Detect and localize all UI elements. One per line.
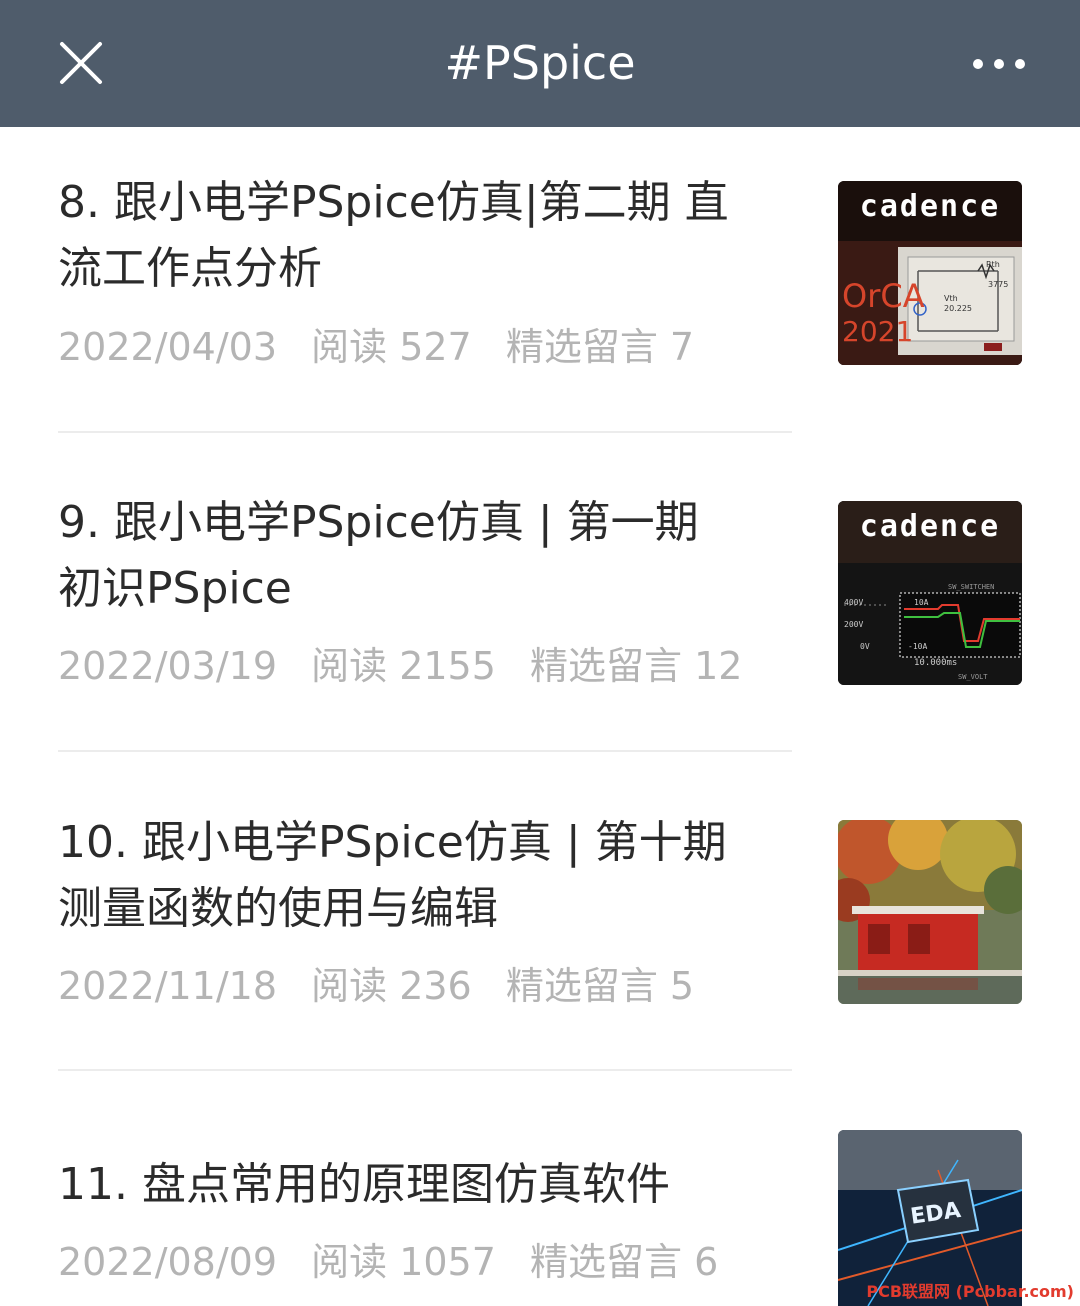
article-title-line: 10. 跟小电学PSpice仿真 | 第十期 — [58, 817, 727, 868]
article-title-line: 9. 跟小电学PSpice仿真 | 第一期 — [58, 497, 699, 548]
article-reads: 阅读 236 — [311, 964, 472, 1008]
article-comments: 精选留言 7 — [505, 325, 695, 369]
more-dots-icon[interactable] — [966, 46, 1032, 82]
article-title: 11. 盘点常用的原理图仿真软件 — [58, 1152, 798, 1218]
thumb-label: 20.225 — [944, 304, 972, 313]
article-meta: 2022/11/18 阅读 236 精选留言 5 — [58, 961, 818, 1011]
cadence-logo: cadence — [859, 189, 1001, 224]
article-meta: 2022/08/09 阅读 1057 精选留言 6 — [58, 1237, 818, 1287]
y-tick: 400V — [844, 598, 863, 607]
article-title: 10. 跟小电学PSpice仿真 | 第十期 测量函数的使用与编辑 — [58, 810, 798, 942]
thumb-label: Rth — [986, 260, 1000, 269]
top-nav-bar: #PSpice — [0, 0, 1080, 127]
thumb-label: 3775 — [988, 280, 1008, 289]
article-reads: 阅读 527 — [311, 325, 472, 369]
article-reads: 阅读 1057 — [311, 1240, 496, 1284]
article-title-line: 测量函数的使用与编辑 — [58, 883, 498, 934]
article-reads: 阅读 2155 — [311, 644, 496, 688]
article-date: 2022/03/19 — [58, 644, 278, 688]
article-date: 2022/11/18 — [58, 964, 278, 1008]
article-meta: 2022/03/19 阅读 2155 精选留言 12 — [58, 641, 818, 691]
list-divider — [58, 431, 792, 433]
page-title: #PSpice — [444, 36, 636, 90]
article-meta: 2022/04/03 阅读 527 精选留言 7 — [58, 322, 818, 372]
y-tick: 200V — [844, 620, 863, 629]
y-tick: 10A — [914, 598, 929, 607]
article-thumbnail[interactable] — [838, 820, 1022, 1004]
thumb-label: Vth — [944, 294, 958, 303]
orcad-year-text: 2021 — [842, 315, 913, 348]
y-tick: 0V — [860, 642, 870, 651]
article-date: 2022/08/09 — [58, 1240, 278, 1284]
article-thumbnail[interactable]: Rth 3775 Vth 20.225 OrCA 2021 cadence — [838, 181, 1022, 365]
article-comments: 精选留言 5 — [505, 964, 695, 1008]
orcad-overlay-text: OrCA — [842, 277, 925, 315]
article-comments: 精选留言 6 — [530, 1240, 719, 1284]
cadence-logo: cadence — [859, 509, 1001, 544]
time-label: 10.000ms — [914, 658, 957, 668]
article-date: 2022/04/03 — [58, 325, 278, 369]
y-tick: -10A — [908, 642, 927, 651]
list-divider — [58, 1069, 792, 1071]
signal-label: SW_VOLT — [958, 673, 988, 681]
signal-label: SW_SWITCHEN — [948, 583, 994, 591]
autumn-building-photo-icon — [838, 820, 1022, 1004]
article-title-line: 流工作点分析 — [58, 243, 322, 294]
article-title: 8. 跟小电学PSpice仿真|第二期 直 流工作点分析 — [58, 170, 798, 302]
article-title-line: 11. 盘点常用的原理图仿真软件 — [58, 1159, 670, 1210]
article-title: 9. 跟小电学PSpice仿真 | 第一期 初识PSpice — [58, 490, 798, 622]
article-thumbnail[interactable]: 400V 200V 0V 10A -10A 10.000ms SW_SWITCH… — [838, 501, 1022, 685]
watermark-text: PCB联盟网 (Pcbbar.com) — [866, 1282, 1074, 1301]
article-comments: 精选留言 12 — [530, 644, 743, 688]
article-title-line: 初识PSpice — [58, 563, 292, 614]
list-divider — [58, 750, 792, 752]
article-title-line: 8. 跟小电学PSpice仿真|第二期 直 — [58, 177, 729, 228]
